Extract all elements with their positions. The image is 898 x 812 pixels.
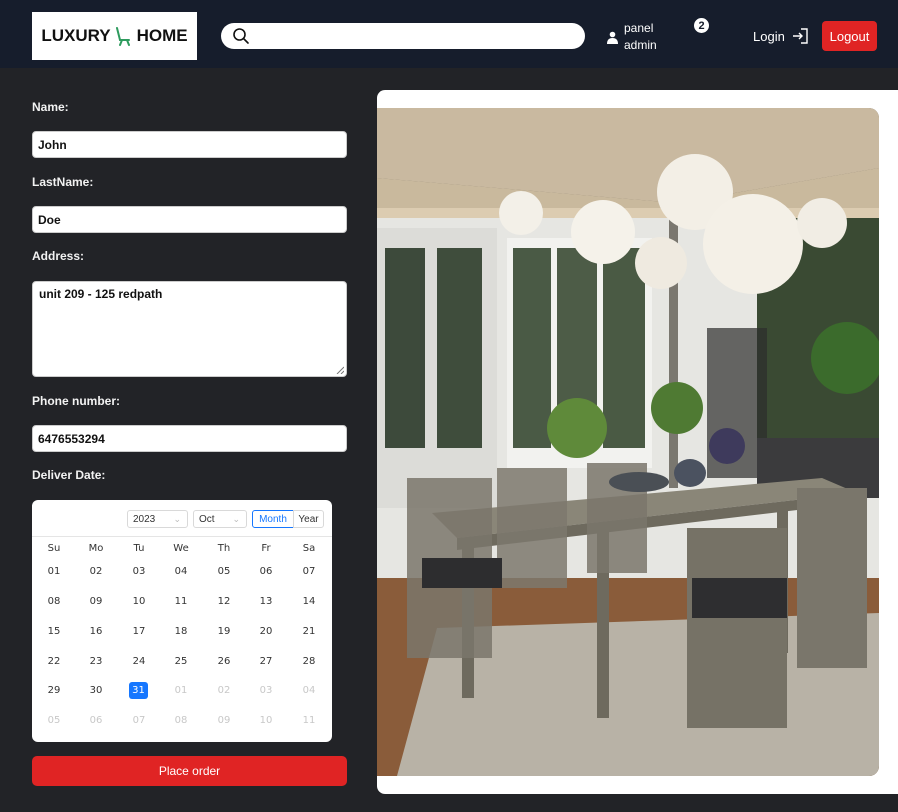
weekday-header: Th [217, 543, 231, 554]
calendar-header: 2023 ⌄ Oct ⌄ Month Year [32, 500, 332, 537]
calendar-day[interactable]: 09 [84, 593, 108, 610]
calendar-day[interactable]: 12 [212, 593, 236, 610]
calendar-day[interactable]: 05 [42, 712, 66, 729]
delivery-calendar: 2023 ⌄ Oct ⌄ Month Year Su Mo Tu We Th Fr Sa 01… [32, 500, 332, 742]
phone-input[interactable]: 6476553294 [32, 425, 347, 452]
calendar-day[interactable]: 02 [212, 682, 236, 699]
weekday-header: Tu [133, 543, 145, 554]
calendar-day[interactable]: 18 [169, 623, 193, 640]
month-select-value: Oct [199, 513, 215, 525]
chair-icon [115, 27, 130, 46]
calendar-day[interactable]: 01 [169, 682, 193, 699]
user-name: panel admin [624, 20, 657, 54]
brand-logo[interactable]: LUXURY HOME [32, 12, 197, 60]
name-label: Name: [32, 100, 69, 114]
calendar-day[interactable]: 03 [127, 563, 151, 580]
address-textarea[interactable]: unit 209 - 125 redpath [32, 281, 347, 377]
lastname-label: LastName: [32, 175, 94, 189]
chevron-down-icon: ⌄ [232, 514, 240, 524]
calendar-day[interactable]: 16 [84, 623, 108, 640]
calendar-day[interactable]: 07 [297, 563, 321, 580]
calendar-day[interactable]: 26 [212, 653, 236, 670]
top-navbar: LUXURY HOME panel admin 2 Login Logout [0, 0, 898, 68]
name-input[interactable]: John [32, 131, 347, 158]
calendar-day[interactable]: 25 [169, 653, 193, 670]
user-menu[interactable]: panel admin [606, 20, 657, 54]
weekday-header: Sa [302, 543, 316, 554]
weekday-header: Fr [261, 543, 271, 554]
mode-month-button[interactable]: Month [252, 510, 294, 528]
calendar-day[interactable]: 07 [127, 712, 151, 729]
weekday-header: We [173, 543, 189, 554]
calendar-day[interactable]: 08 [169, 712, 193, 729]
user-name-line2: admin [624, 38, 657, 52]
login-label: Login [753, 28, 785, 44]
weekday-header: Mo [88, 543, 104, 554]
calendar-day[interactable]: 08 [42, 593, 66, 610]
place-order-button[interactable]: Place order [32, 756, 347, 786]
search-input[interactable] [221, 23, 585, 49]
calendar-day[interactable]: 15 [42, 623, 66, 640]
calendar-day[interactable]: 21 [297, 623, 321, 640]
address-value: unit 209 - 125 redpath [39, 287, 163, 301]
weekday-header: Su [47, 543, 61, 554]
user-icon [607, 31, 618, 44]
login-button[interactable]: Login [753, 27, 809, 45]
year-select[interactable]: 2023 ⌄ [127, 510, 188, 528]
logout-button[interactable]: Logout [822, 21, 877, 51]
calendar-day[interactable]: 01 [42, 563, 66, 580]
login-icon [792, 28, 808, 44]
calendar-day[interactable]: 04 [297, 682, 321, 699]
calendar-day[interactable]: 09 [212, 712, 236, 729]
phone-label: Phone number: [32, 394, 121, 408]
logo-text-luxury: LUXURY [41, 26, 111, 45]
calendar-day[interactable]: 02 [84, 563, 108, 580]
calendar-day[interactable]: 13 [254, 593, 278, 610]
calendar-day[interactable]: 28 [297, 653, 321, 670]
patio-dining-photo [377, 108, 879, 776]
calendar-day[interactable]: 03 [254, 682, 278, 699]
logo-text-home: HOME [136, 26, 188, 45]
calendar-day[interactable]: 10 [254, 712, 278, 729]
calendar-day[interactable]: 23 [84, 653, 108, 670]
calendar-day[interactable]: 11 [297, 712, 321, 729]
calendar-day[interactable]: 06 [254, 563, 278, 580]
calendar-day[interactable]: 30 [84, 682, 108, 699]
deliver-date-label: Deliver Date: [32, 468, 106, 482]
mode-year-button[interactable]: Year [293, 510, 324, 528]
calendar-day[interactable]: 17 [127, 623, 151, 640]
calendar-day[interactable]: 11 [169, 593, 193, 610]
calendar-day[interactable]: 24 [127, 653, 151, 670]
year-select-value: 2023 [133, 513, 156, 525]
calendar-day[interactable]: 27 [254, 653, 278, 670]
notification-badge[interactable]: 2 [694, 18, 709, 33]
calendar-day[interactable]: 05 [212, 563, 236, 580]
search-icon[interactable] [232, 27, 250, 45]
user-name-line1: panel [624, 21, 654, 35]
chevron-down-icon: ⌄ [173, 514, 181, 524]
calendar-day[interactable]: 10 [127, 593, 151, 610]
calendar-day-selected[interactable]: 31 [129, 682, 148, 699]
calendar-day[interactable]: 22 [42, 653, 66, 670]
resize-handle-icon[interactable] [336, 366, 344, 374]
calendar-day[interactable]: 29 [42, 682, 66, 699]
lastname-input[interactable]: Doe [32, 206, 347, 233]
calendar-day[interactable]: 20 [254, 623, 278, 640]
month-select[interactable]: Oct ⌄ [193, 510, 247, 528]
calendar-day[interactable]: 19 [212, 623, 236, 640]
address-label: Address: [32, 249, 85, 263]
calendar-day[interactable]: 06 [84, 712, 108, 729]
calendar-day[interactable]: 14 [297, 593, 321, 610]
calendar-day[interactable]: 04 [169, 563, 193, 580]
